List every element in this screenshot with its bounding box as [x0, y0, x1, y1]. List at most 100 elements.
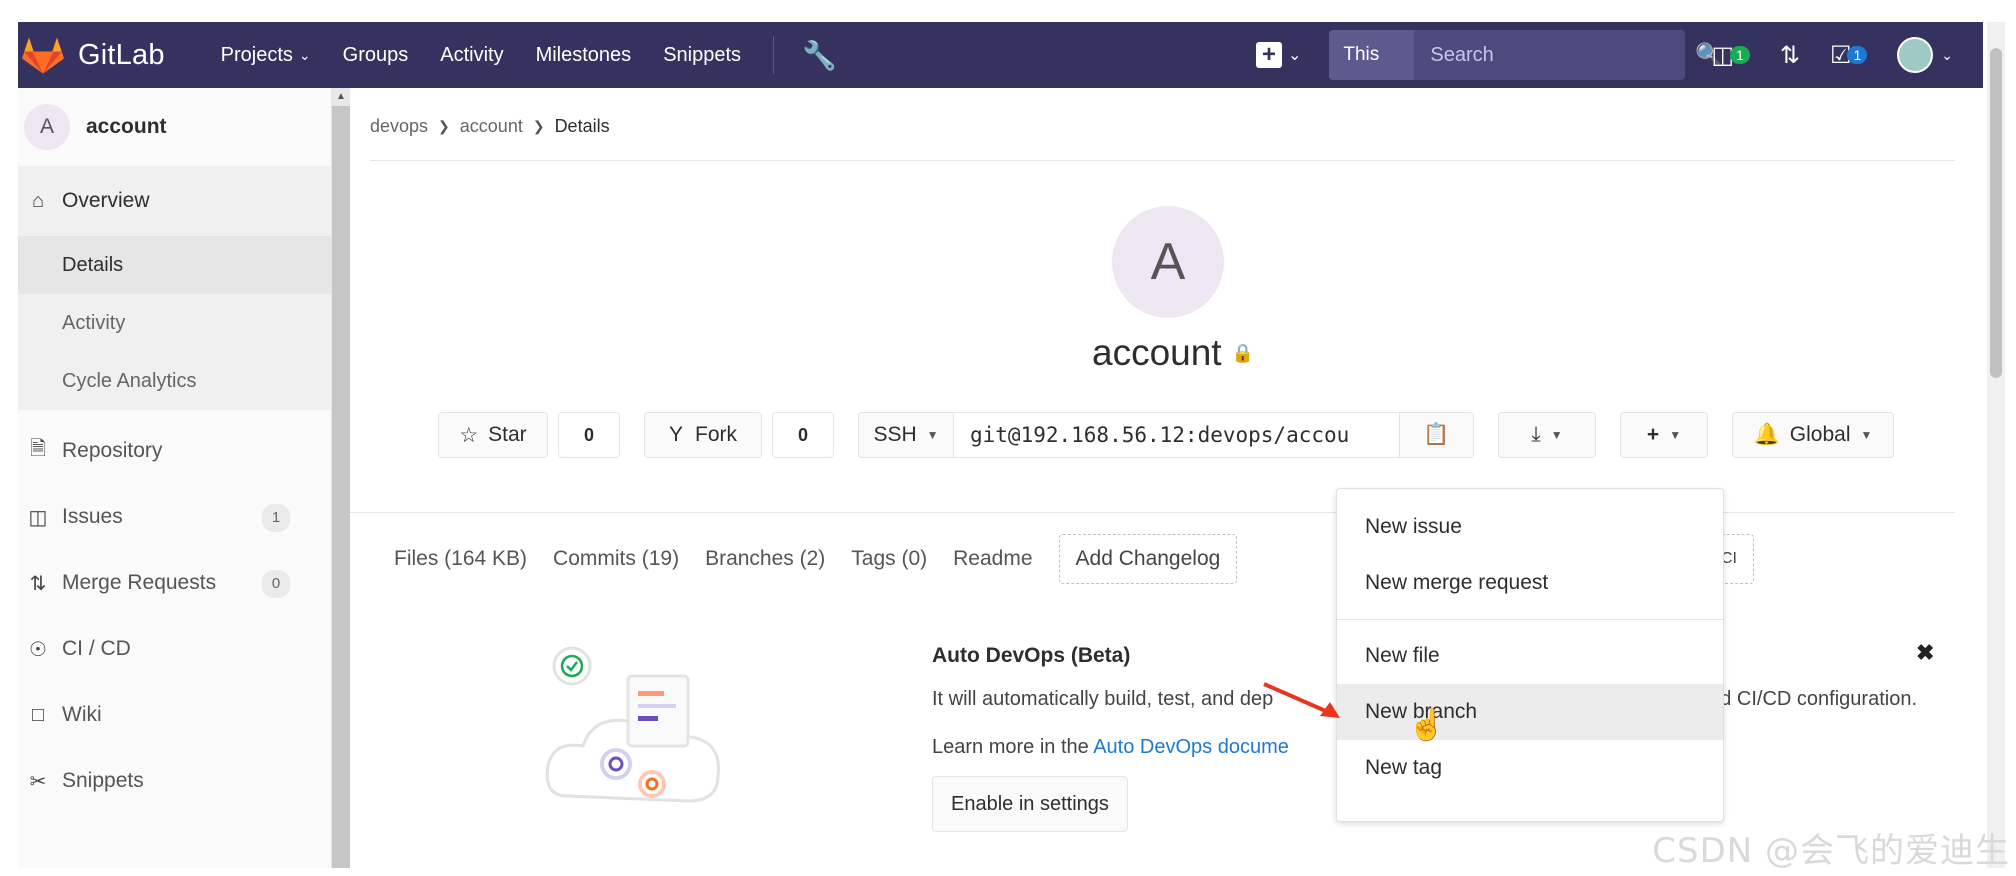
chevron-down-icon: ⌄: [1941, 46, 1953, 63]
nav-milestones[interactable]: Milestones: [536, 44, 632, 67]
home-icon: ⌂: [31, 189, 45, 212]
nav-projects-label: Projects: [220, 43, 293, 66]
sidebar-scrollbar[interactable]: ▲: [332, 88, 350, 868]
nav-snippets[interactable]: Snippets: [663, 44, 741, 67]
caret-down-icon: ▼: [1669, 428, 1682, 442]
sidebar-item-overview[interactable]: ⌂ Overview: [18, 166, 331, 236]
admin-wrench-icon[interactable]: 🔧: [802, 39, 837, 72]
search-scope-label[interactable]: This project: [1329, 30, 1415, 115]
nav-projects[interactable]: Projects ⌄: [221, 44, 311, 67]
chevron-down-icon: ⌄: [1287, 47, 1302, 64]
star-label: Star: [488, 423, 527, 446]
fork-button[interactable]: Y Fork: [644, 412, 762, 458]
stat-commits[interactable]: Commits (19): [553, 547, 679, 571]
stat-readme[interactable]: Readme: [953, 547, 1032, 571]
scroll-up-arrow-icon[interactable]: ▲: [332, 88, 350, 106]
menu-item-new-tag[interactable]: New tag: [1337, 740, 1723, 796]
clone-protocol-label: SSH: [873, 423, 917, 446]
clone-url-input[interactable]: git@192.168.56.12:devops/accou: [954, 412, 1400, 458]
auto-devops-description-tail: ned CI/CD configuration.: [1698, 688, 1918, 710]
issues-icon: ◫: [28, 506, 48, 529]
breadcrumb-current[interactable]: Details: [555, 116, 610, 137]
menu-item-new-merge-request[interactable]: New merge request: [1337, 555, 1723, 611]
sidebar-item-label: Overview: [62, 189, 150, 212]
gitlab-logo[interactable]: GitLab: [22, 35, 165, 75]
nav-groups[interactable]: Groups: [343, 44, 409, 67]
sidebar-item-repository[interactable]: 🗎 Repository: [18, 418, 331, 484]
menu-item-new-file[interactable]: New file: [1337, 628, 1723, 684]
project-sidebar: A account ⌂ Overview Details Activity Cy…: [18, 88, 332, 868]
new-dropdown-button[interactable]: + ⌄: [1255, 42, 1302, 68]
sidebar-item-ci-cd[interactable]: ☉ CI / CD: [18, 616, 331, 682]
project-stats: Files (164 KB) Commits (19) Branches (2)…: [394, 534, 1263, 584]
bell-icon: 🔔: [1753, 423, 1780, 446]
auto-devops-illustration: [545, 646, 720, 803]
project-avatar: A: [1112, 206, 1224, 318]
fork-label: Fork: [695, 423, 737, 446]
divider: [370, 160, 1955, 161]
caret-down-icon: ▼: [1860, 428, 1873, 442]
fork-count[interactable]: 0: [772, 412, 834, 458]
breadcrumb: devops ❯ account ❯ Details: [370, 116, 610, 137]
nav-activity[interactable]: Activity: [440, 44, 503, 67]
merge-requests-nav-button[interactable]: ⇅: [1780, 41, 1800, 70]
lock-icon: 🔒: [1231, 342, 1255, 363]
todos-count-badge: 1: [1847, 46, 1868, 64]
fork-icon: Y: [668, 423, 683, 446]
close-icon[interactable]: ✖: [1916, 640, 1934, 666]
merge-request-icon: ⇅: [1779, 41, 1800, 69]
issues-nav-button[interactable]: ◫ 1: [1711, 41, 1750, 70]
todos-nav-button[interactable]: ☑ 1: [1830, 41, 1868, 70]
download-icon: ⤓: [1531, 423, 1541, 446]
sidebar-project-header[interactable]: A account: [18, 88, 331, 166]
rocket-icon: ☉: [29, 638, 47, 661]
chevron-right-icon: ❯: [438, 118, 450, 134]
user-avatar: [1897, 37, 1934, 73]
page-scrollbar[interactable]: [1987, 22, 2005, 868]
menu-item-new-issue[interactable]: New issue: [1337, 499, 1723, 555]
stat-files[interactable]: Files (164 KB): [394, 547, 527, 571]
copy-url-button[interactable]: 📋: [1400, 412, 1474, 458]
auto-devops-learn-more: Learn more in the Auto DevOps docume: [932, 736, 1289, 759]
top-navbar: GitLab Projects ⌄ Groups Activity Milesto…: [18, 22, 1983, 115]
add-dropdown-button[interactable]: + ▼: [1620, 412, 1708, 458]
sidebar-item-label: Merge Requests: [62, 571, 217, 594]
issues-count-badge: 1: [262, 504, 290, 532]
sidebar-item-label: CI / CD: [62, 637, 131, 660]
stat-branches[interactable]: Branches (2): [705, 547, 825, 571]
stat-tags[interactable]: Tags (0): [851, 547, 927, 571]
sidebar-subitem-activity[interactable]: Activity: [18, 294, 331, 352]
user-menu[interactable]: ⌄: [1897, 37, 1953, 73]
sidebar-item-wiki[interactable]: □ Wiki: [18, 682, 331, 748]
breadcrumb-project[interactable]: account: [460, 116, 523, 137]
breadcrumb-group[interactable]: devops: [370, 116, 428, 137]
sidebar-item-merge-requests[interactable]: ⇅ Merge Requests 0: [18, 550, 331, 616]
main-content: devops ❯ account ❯ Details A account 🔒 ☆…: [350, 88, 1983, 868]
plus-icon: +: [1646, 423, 1660, 446]
search-box: This project 🔍: [1329, 30, 1723, 115]
sidebar-item-label: Repository: [62, 439, 163, 462]
star-button[interactable]: ☆ Star: [438, 412, 548, 458]
sidebar-subitem-details[interactable]: Details: [18, 236, 331, 294]
search-input[interactable]: [1414, 43, 1696, 67]
merge-requests-count-badge: 0: [262, 570, 290, 598]
sidebar-overview-section: ⌂ Overview Details Activity Cycle Analyt…: [18, 166, 331, 410]
sidebar-project-avatar: A: [24, 104, 70, 150]
sidebar-item-issues[interactable]: ◫ Issues 1: [18, 484, 331, 550]
add-changelog-button[interactable]: Add Changelog: [1058, 534, 1238, 584]
sidebar-project-name: account: [86, 115, 167, 138]
auto-devops-docs-link[interactable]: Auto DevOps docume: [1093, 736, 1289, 758]
sidebar-subitem-cycle-analytics[interactable]: Cycle Analytics: [18, 352, 331, 410]
auto-devops-description: It will automatically build, test, and d…: [932, 688, 1274, 710]
enable-in-settings-button[interactable]: Enable in settings: [932, 776, 1128, 832]
sidebar-item-label: Snippets: [62, 769, 144, 792]
hand-cursor-icon: ☝: [1408, 709, 1446, 742]
menu-item-new-branch[interactable]: New branch: [1337, 684, 1723, 740]
clone-protocol-dropdown[interactable]: SSH ▼: [858, 412, 954, 458]
notification-dropdown[interactable]: 🔔 Global ▼: [1732, 412, 1894, 458]
project-title: account 🔒: [1092, 332, 1254, 374]
scrollbar-thumb[interactable]: [1990, 48, 2002, 378]
sidebar-item-snippets[interactable]: ✂ Snippets: [18, 748, 331, 814]
star-count[interactable]: 0: [558, 412, 620, 458]
download-dropdown[interactable]: ⤓ ▼: [1498, 412, 1596, 458]
